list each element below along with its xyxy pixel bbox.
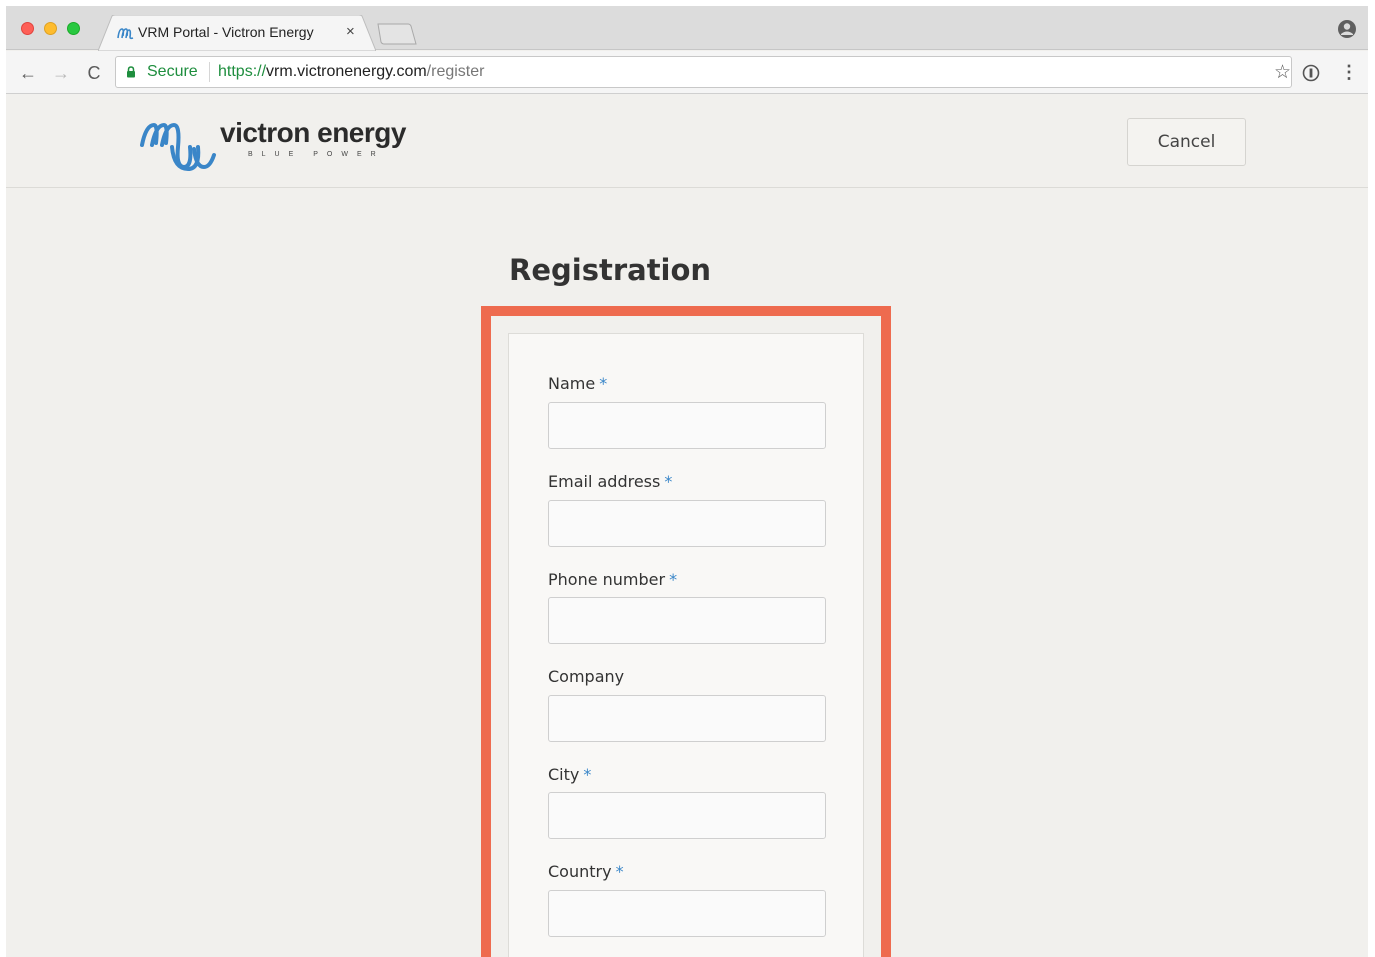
logo-tagline: BLUE POWER — [248, 151, 385, 158]
browser-tab[interactable]: VRM Portal - Victron Energy × — [98, 15, 376, 51]
browser-window: VRM Portal - Victron Energy × ← → C Secu… — [6, 6, 1368, 957]
url-host: vrm.victronenergy.com — [266, 63, 427, 80]
name-label: Name * — [548, 374, 607, 393]
company-input[interactable] — [548, 695, 826, 742]
company-label: Company — [548, 667, 624, 686]
logo-text: victron energy — [220, 117, 406, 148]
minimize-window-button[interactable] — [44, 22, 57, 35]
city-input[interactable] — [548, 792, 826, 839]
required-marker: * — [615, 862, 624, 881]
reload-icon[interactable]: C — [82, 61, 106, 85]
city-label: City * — [548, 765, 591, 784]
tab-strip: VRM Portal - Victron Energy × — [6, 6, 1368, 51]
page-title: Registration — [509, 253, 712, 287]
tab-close-icon[interactable]: × — [346, 23, 355, 40]
company-label-text: Company — [548, 667, 625, 686]
tab-title: VRM Portal - Victron Energy — [138, 24, 314, 40]
lock-icon — [127, 66, 135, 78]
email-label-text: Email address — [548, 472, 661, 491]
email-input[interactable] — [548, 500, 826, 547]
victron-logo-icon — [140, 122, 216, 172]
country-input[interactable] — [548, 890, 826, 937]
email-label: Email address * — [548, 472, 672, 491]
bookmark-star-icon[interactable]: ☆ — [1274, 61, 1291, 84]
phone-label: Phone number * — [548, 570, 677, 589]
secure-label: Secure — [147, 63, 198, 80]
address-separator — [209, 62, 210, 82]
site-header: victron energy BLUE POWER Cancel — [6, 95, 1368, 188]
url-scheme: https:// — [218, 63, 267, 80]
phone-input[interactable] — [548, 597, 826, 644]
country-label-text: Country — [548, 862, 612, 881]
cancel-button[interactable]: Cancel — [1127, 118, 1246, 166]
country-label: Country * — [548, 862, 624, 881]
browser-menu-icon[interactable]: ⋮ — [1340, 61, 1358, 83]
profile-icon[interactable] — [1336, 18, 1358, 40]
required-marker: * — [599, 374, 608, 393]
city-label-text: City — [548, 765, 580, 784]
registration-form: Name * Email address * Phone number * Compa… — [508, 333, 864, 957]
url-path: /register — [426, 63, 485, 80]
victron-favicon-icon — [117, 28, 134, 40]
required-marker: * — [583, 765, 592, 784]
extension-icon[interactable] — [1301, 63, 1321, 83]
victron-logo[interactable]: victron energy BLUE POWER — [138, 117, 418, 177]
close-window-button[interactable] — [21, 22, 34, 35]
phone-label-text: Phone number — [548, 570, 666, 589]
name-input[interactable] — [548, 402, 826, 449]
page-content: victron energy BLUE POWER Cancel Registr… — [6, 95, 1368, 957]
required-marker: * — [669, 570, 678, 589]
maximize-window-button[interactable] — [67, 22, 80, 35]
name-label-text: Name — [548, 374, 596, 393]
url-text[interactable]: https://vrm.victronenergy.com/register — [218, 63, 484, 81]
new-tab-button[interactable] — [376, 22, 418, 46]
required-marker: * — [664, 472, 673, 491]
forward-icon[interactable]: → — [49, 61, 73, 85]
address-bar[interactable]: Secure https://vrm.victronenergy.com/reg… — [115, 56, 1292, 88]
browser-toolbar: ← → C Secure https://vrm.victronenergy.c… — [6, 51, 1368, 94]
back-icon[interactable]: ← — [16, 61, 40, 85]
